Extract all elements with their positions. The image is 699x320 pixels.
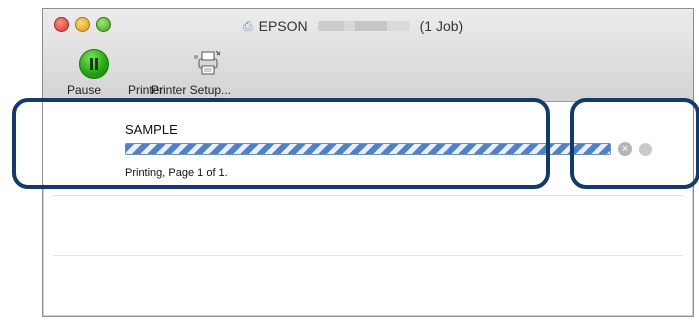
printer-setup-icon bbox=[194, 50, 221, 75]
row-divider bbox=[53, 255, 683, 256]
minimize-window-button[interactable] bbox=[75, 17, 90, 32]
close-window-button[interactable] bbox=[54, 17, 69, 32]
row-divider bbox=[53, 195, 683, 196]
title-suffix: (1 Job) bbox=[419, 18, 464, 34]
printer-label: Printer bbox=[128, 83, 164, 97]
job-status: Printing, Page 1 of 1. bbox=[125, 167, 228, 179]
window-title: ⎙ EPSON (1 Job) bbox=[243, 18, 463, 34]
hold-job-icon[interactable] bbox=[639, 143, 652, 156]
cancel-job-icon[interactable]: × bbox=[618, 142, 632, 156]
printer-setup-button[interactable]: Printer Setup... bbox=[151, 49, 263, 97]
job-progress-bar bbox=[125, 143, 611, 155]
job-name: SAMPLE bbox=[125, 122, 178, 137]
pause-printer-button[interactable]: Pause bbox=[67, 49, 121, 97]
pause-icon bbox=[79, 49, 109, 79]
title-prefix: EPSON bbox=[258, 18, 308, 34]
print-job-row[interactable]: SAMPLE Printing, Page 1 of 1. × bbox=[43, 102, 693, 184]
printer-queue-icon: ⎙ bbox=[243, 18, 253, 33]
toolbar: ⎙ EPSON (1 Job) Pause Printer Setup... P… bbox=[43, 9, 693, 102]
zoom-window-button[interactable] bbox=[96, 17, 111, 32]
redacted-model-name bbox=[317, 21, 410, 31]
print-queue-window: ⎙ EPSON (1 Job) Pause Printer Setup... P… bbox=[42, 8, 694, 317]
pause-label: Pause bbox=[67, 83, 102, 97]
